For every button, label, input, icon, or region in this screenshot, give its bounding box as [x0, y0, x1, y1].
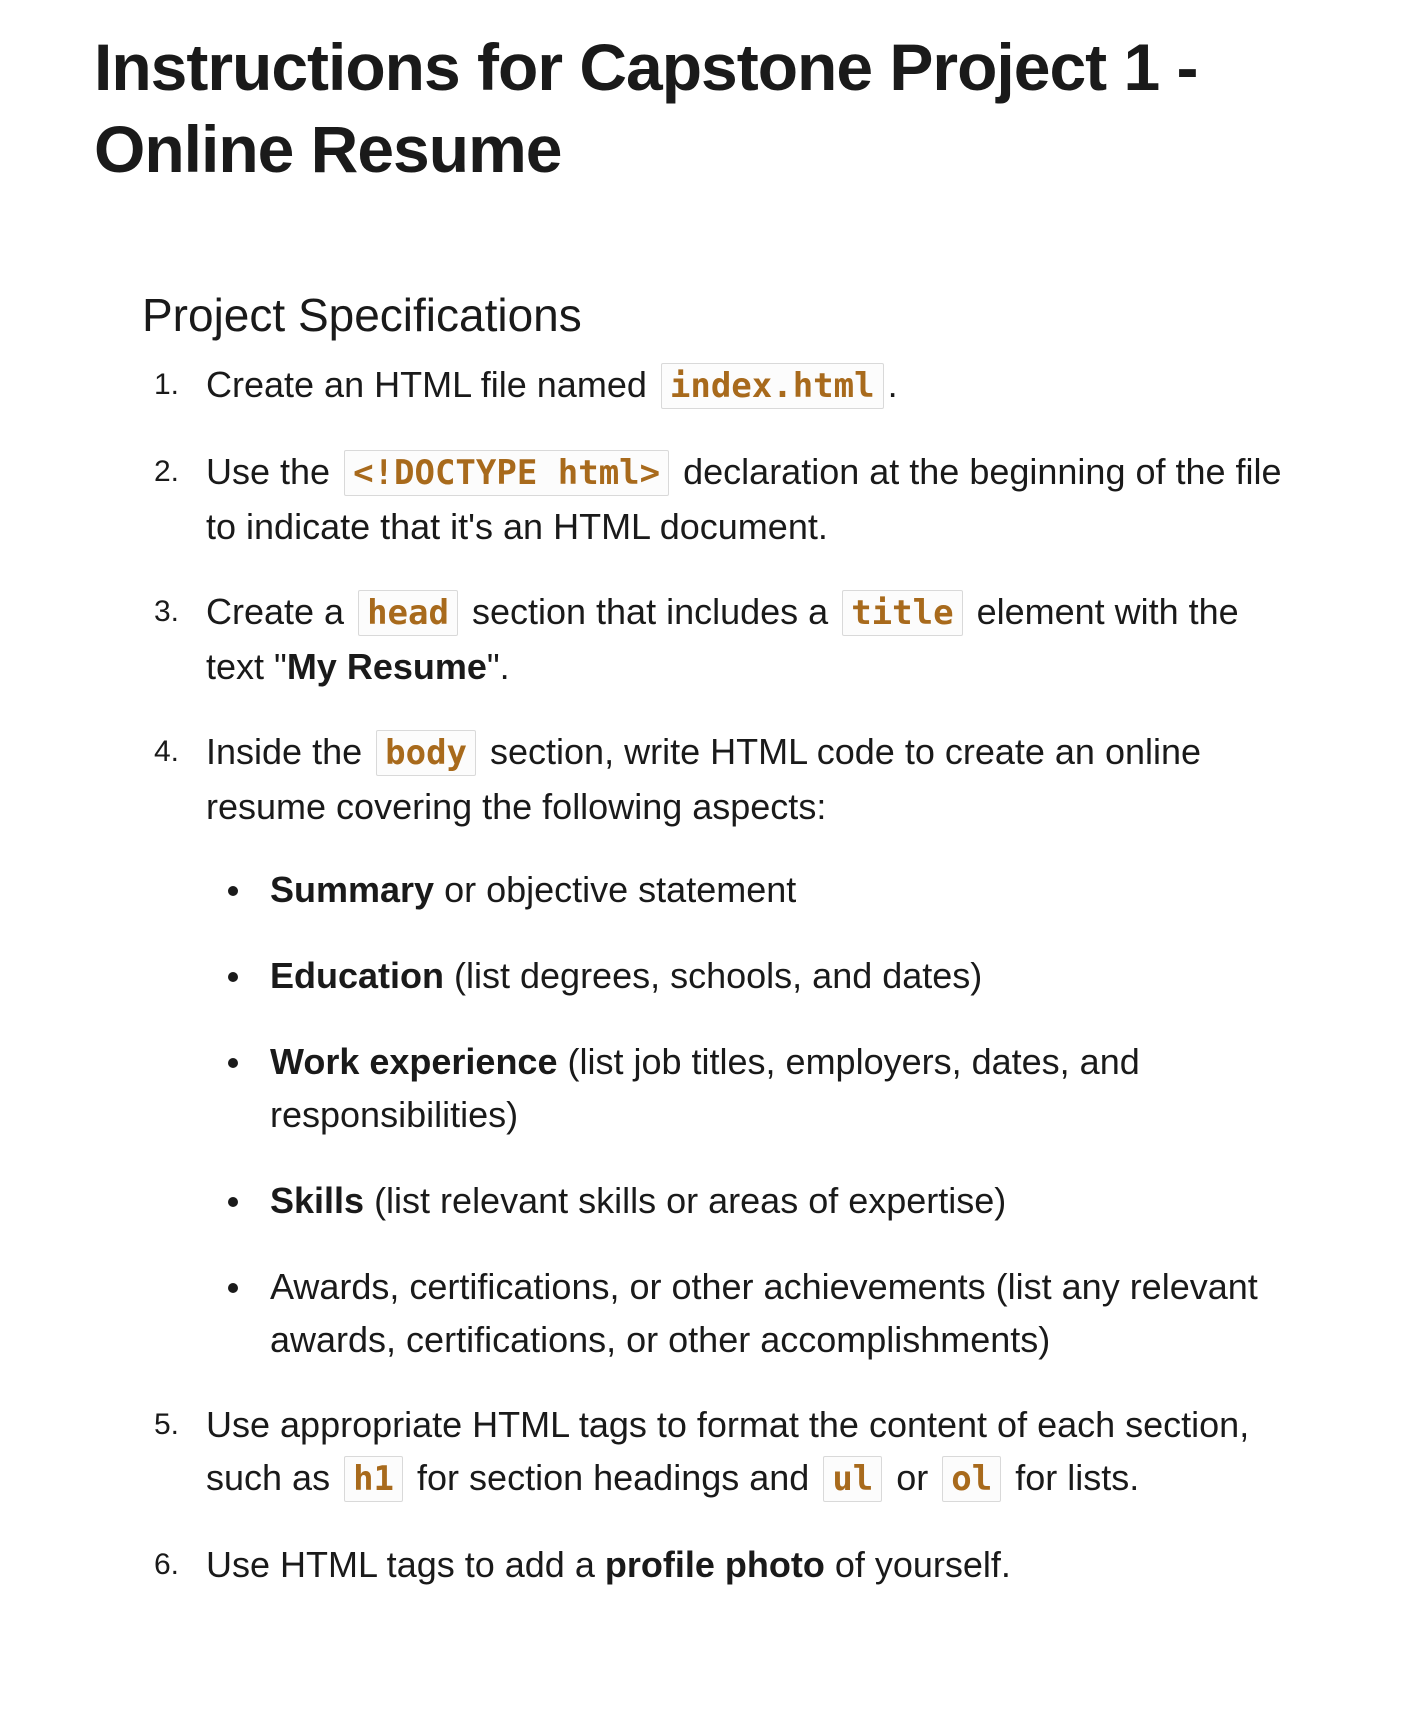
aspects-list: Summary or objective statement Education… — [206, 863, 1292, 1366]
step-item: 6. Use HTML tags to add a profile photo … — [142, 1538, 1292, 1591]
step-text: Inside the — [206, 731, 373, 772]
steps-list: 1. Create an HTML file named index.html.… — [142, 358, 1292, 1591]
code-filename: index.html — [660, 363, 884, 409]
step-item: 5. Use appropriate HTML tags to format t… — [142, 1398, 1292, 1506]
step-text: of yourself. — [824, 1544, 1011, 1585]
step-text: ". — [486, 646, 510, 687]
step-text: . — [887, 364, 898, 405]
bold-text: Education — [270, 955, 445, 996]
step-text: Use the — [206, 451, 341, 492]
step-text: or — [886, 1457, 939, 1498]
spec-content: Project Specifications 1. Create an HTML… — [142, 284, 1292, 1623]
code-h1: h1 — [344, 1456, 404, 1502]
step-item: 4. Inside the body section, write HTML c… — [142, 725, 1292, 1366]
list-item: Work experience (list job titles, employ… — [206, 1035, 1292, 1141]
step-text: for section headings and — [407, 1457, 820, 1498]
bold-text: Skills — [270, 1180, 365, 1221]
step-text: for lists. — [1005, 1457, 1140, 1498]
item-text: Awards, certifications, or other achieve… — [270, 1266, 1258, 1360]
bold-text: Summary — [270, 869, 435, 910]
step-item: 3. Create a head section that includes a… — [142, 585, 1292, 693]
list-item: Education (list degrees, schools, and da… — [206, 949, 1292, 1002]
step-number: 5. — [154, 1408, 180, 1441]
step-text: Create an HTML file named — [206, 364, 657, 405]
step-text: Use HTML tags to add a — [206, 1544, 605, 1585]
section-heading: Project Specifications — [142, 289, 582, 341]
list-item: Skills (list relevant skills or areas of… — [206, 1174, 1292, 1227]
step-number: 2. — [154, 455, 180, 488]
code-head: head — [358, 590, 458, 636]
code-ol: ol — [942, 1456, 1002, 1502]
page-title: Instructions for Capstone Project 1 - On… — [94, 30, 1199, 186]
step-number: 6. — [154, 1548, 180, 1581]
code-body: body — [376, 730, 477, 776]
bold-text: Work experience — [270, 1041, 558, 1082]
item-text: or objective statement — [434, 869, 797, 910]
step-text: section that includes a — [461, 591, 839, 632]
code-doctype: <!DOCTYPE html> — [344, 450, 670, 496]
list-item: Summary or objective statement — [206, 863, 1292, 916]
item-text: (list degrees, schools, and dates) — [444, 955, 983, 996]
step-item: 2. Use the <!DOCTYPE html> declaration a… — [142, 445, 1292, 553]
bold-text: My Resume — [286, 646, 487, 687]
bold-text: profile photo — [604, 1544, 825, 1585]
code-title: title — [842, 590, 963, 636]
list-item: Awards, certifications, or other achieve… — [206, 1260, 1292, 1366]
step-text: Create a — [206, 591, 355, 632]
step-item: 1. Create an HTML file named index.html. — [142, 358, 1292, 413]
step-number: 4. — [154, 735, 180, 768]
step-number: 3. — [154, 595, 180, 628]
document-page: Instructions for Capstone Project 1 - On… — [0, 0, 1412, 1720]
step-number: 1. — [154, 368, 180, 401]
code-ul: ul — [823, 1456, 883, 1502]
item-text: (list relevant skills or areas of expert… — [364, 1180, 1007, 1221]
